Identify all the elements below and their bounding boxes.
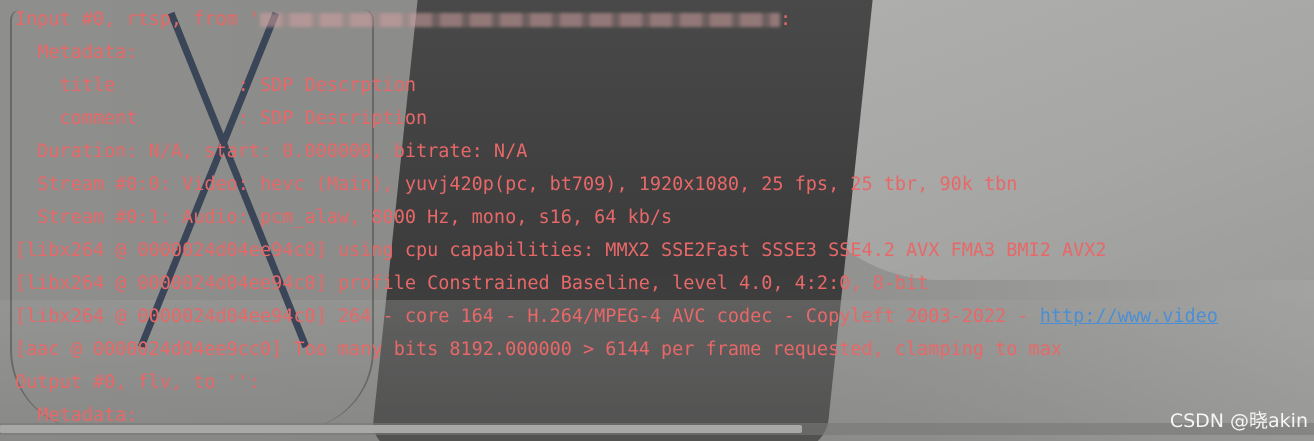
horizontal-scrollbar[interactable] bbox=[0, 423, 1314, 435]
console-line: [libx264 @ 0000024d04ee94c0] using cpu c… bbox=[15, 240, 1107, 261]
console-line: Duration: N/A, start: 0.000000, bitrate:… bbox=[15, 141, 528, 162]
console-line: Output #0, flv, to '': bbox=[15, 372, 261, 393]
console-line: title : SDP Descrption bbox=[15, 75, 416, 96]
console-line: [libx264 @ 0000024d04ee94c0] 264 - core … bbox=[15, 307, 1218, 327]
redacted-url bbox=[260, 13, 781, 27]
console-line: Metadata: bbox=[15, 42, 138, 63]
console-output: Input #0, rtsp, from ': Metadata: title … bbox=[0, 0, 1314, 441]
watermark-text: CSDN @晓akin bbox=[1169, 410, 1308, 432]
console-line: Stream #0:1: Audio: pcm_alaw, 8000 Hz, m… bbox=[15, 207, 673, 228]
line-text: [libx264 @ 0000024d04ee94c0] 264 - core … bbox=[15, 306, 1040, 327]
console-line: comment : SDP Description bbox=[15, 108, 428, 129]
line-text: : bbox=[780, 9, 792, 30]
console-line: [libx264 @ 0000024d04ee94c0] profile Con… bbox=[15, 273, 929, 294]
url-link[interactable]: http://www.video bbox=[1040, 306, 1218, 327]
line-text: Input #0, rtsp, from ' bbox=[15, 9, 261, 30]
console-line: [aac @ 0000024d04ee9cc0] Too many bits 8… bbox=[15, 339, 1062, 360]
console-line: Input #0, rtsp, from ': bbox=[15, 10, 791, 30]
console-line: Stream #0:0: Video: hevc (Main), yuvj420… bbox=[15, 174, 1018, 195]
scrollbar-thumb[interactable] bbox=[0, 425, 802, 433]
